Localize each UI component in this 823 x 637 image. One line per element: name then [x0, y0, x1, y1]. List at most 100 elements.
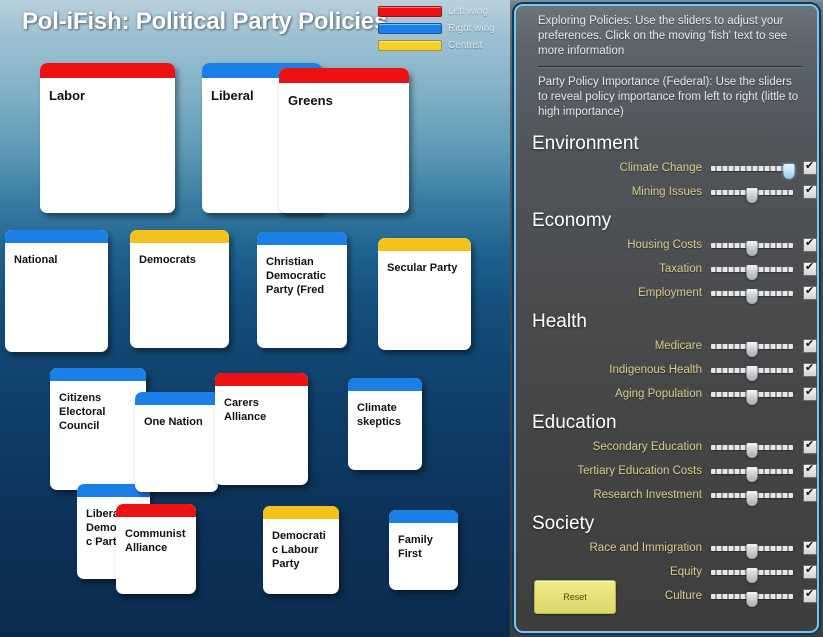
policy-label: Race and Immigration: [589, 542, 703, 554]
party-wing-bar: [378, 238, 471, 251]
party-card[interactable]: Family First: [389, 510, 458, 590]
slider-thumb[interactable]: [746, 443, 758, 458]
policy-slider[interactable]: [711, 384, 793, 405]
policy-checkbox[interactable]: [803, 160, 817, 175]
slider-thumb[interactable]: [746, 188, 758, 203]
policy-slider[interactable]: [711, 336, 793, 357]
slider-thumb[interactable]: [746, 568, 758, 583]
policy-slider[interactable]: [711, 158, 795, 179]
party-card[interactable]: Labor: [40, 63, 175, 213]
slider-thumb[interactable]: [746, 265, 758, 280]
policy-checkbox[interactable]: [803, 540, 817, 555]
policy-row: Aging Population: [516, 382, 817, 406]
policy-panel: Exploring Policies: Use the sliders to a…: [510, 0, 823, 637]
policy-slider[interactable]: [711, 259, 793, 280]
party-name: Democrats: [139, 254, 196, 266]
policy-label: Equity: [670, 566, 702, 578]
slider-thumb[interactable]: [783, 164, 795, 179]
policy-checkbox[interactable]: [803, 487, 817, 502]
party-card[interactable]: Climate skeptics: [348, 378, 422, 470]
slider-thumb[interactable]: [746, 366, 758, 381]
policy-row: Housing Costs: [516, 233, 817, 257]
legend-item-left-wing: Left wing: [378, 5, 503, 18]
info-text-importance: Party Policy Importance (Federal): Use t…: [538, 76, 799, 118]
party-card[interactable]: Secular Party: [378, 238, 471, 350]
policy-label: Taxation: [659, 263, 702, 275]
policy-checkbox[interactable]: [803, 362, 817, 377]
party-wing-bar: [348, 378, 422, 391]
section-title-environment: Environment: [532, 133, 639, 154]
party-card[interactable]: Communist Alliance: [116, 504, 196, 594]
slider-thumb[interactable]: [746, 289, 758, 304]
legend-item-centrist: Centrist: [378, 39, 503, 52]
policy-label: Employment: [638, 287, 702, 299]
party-name: Labor: [49, 88, 86, 103]
party-wing-bar: [215, 373, 308, 386]
party-card[interactable]: Citizens Electoral Council: [50, 368, 146, 490]
policy-row: Research Investment: [516, 483, 817, 507]
party-card[interactable]: Greens: [279, 68, 409, 213]
slider-thumb[interactable]: [746, 592, 758, 607]
policy-checkbox[interactable]: [803, 588, 817, 603]
legend-swatch: [378, 23, 442, 34]
legend-label: Right wing: [448, 23, 495, 34]
policy-row: Tertiary Education Costs: [516, 459, 817, 483]
policy-slider[interactable]: [711, 235, 793, 256]
policy-label: Secondary Education: [592, 441, 702, 453]
policy-slider[interactable]: [711, 562, 793, 583]
party-card[interactable]: One Nation: [135, 392, 218, 492]
policy-slider[interactable]: [711, 586, 793, 607]
slider-thumb[interactable]: [746, 342, 758, 357]
slider-thumb[interactable]: [746, 544, 758, 559]
policy-label: Research Investment: [593, 489, 702, 501]
legend-label: Left wing: [448, 6, 489, 17]
policy-checkbox[interactable]: [803, 386, 817, 401]
party-name: One Nation: [144, 416, 203, 428]
party-wing-bar: [257, 232, 347, 245]
policy-checkbox[interactable]: [803, 439, 817, 454]
party-wing-bar: [389, 510, 458, 523]
party-card[interactable]: Democrats: [130, 230, 229, 348]
policy-label: Medicare: [654, 340, 702, 352]
policy-slider[interactable]: [711, 485, 793, 506]
policy-slider[interactable]: [711, 360, 793, 381]
policy-slider[interactable]: [711, 461, 793, 482]
policy-checkbox[interactable]: [803, 338, 817, 353]
policy-slider[interactable]: [711, 538, 793, 559]
policy-label: Housing Costs: [627, 239, 702, 251]
legend-swatch: [378, 6, 442, 17]
reset-button[interactable]: Reset: [534, 580, 616, 614]
policy-checkbox[interactable]: [803, 564, 817, 579]
policy-checkbox[interactable]: [803, 463, 817, 478]
slider-thumb[interactable]: [746, 390, 758, 405]
party-name: Climate skeptics: [357, 402, 402, 428]
policy-label: Tertiary Education Costs: [577, 465, 702, 477]
policy-label: Mining Issues: [631, 186, 702, 198]
policy-slider[interactable]: [711, 182, 793, 203]
policy-checkbox[interactable]: [803, 261, 817, 276]
policy-checkbox[interactable]: [803, 237, 817, 252]
party-wing-bar: [135, 392, 218, 405]
party-wing-bar: [5, 230, 108, 243]
party-card[interactable]: Christian Democratic Party (Fred: [257, 232, 347, 348]
slider-thumb[interactable]: [746, 467, 758, 482]
party-wing-bar: [40, 63, 175, 78]
policy-label: Climate Change: [619, 162, 702, 174]
policy-checkbox[interactable]: [803, 184, 817, 199]
policy-slider[interactable]: [711, 283, 793, 304]
policy-row: Climate Change: [516, 156, 817, 180]
party-card[interactable]: National: [5, 230, 108, 352]
policy-checkbox[interactable]: [803, 285, 817, 300]
section-title-education: Education: [532, 412, 617, 433]
policy-row: Secondary Education: [516, 435, 817, 459]
policy-row: Mining Issues: [516, 180, 817, 204]
party-card[interactable]: Democratic Labour Party: [263, 506, 339, 594]
slider-thumb[interactable]: [746, 241, 758, 256]
legend-item-right-wing: Right wing: [378, 22, 503, 35]
party-card[interactable]: Carers Alliance: [215, 373, 308, 485]
policy-slider[interactable]: [711, 437, 793, 458]
party-name: Greens: [288, 93, 333, 108]
slider-thumb[interactable]: [746, 491, 758, 506]
party-name: Secular Party: [387, 262, 458, 274]
party-wing-bar: [263, 506, 339, 519]
